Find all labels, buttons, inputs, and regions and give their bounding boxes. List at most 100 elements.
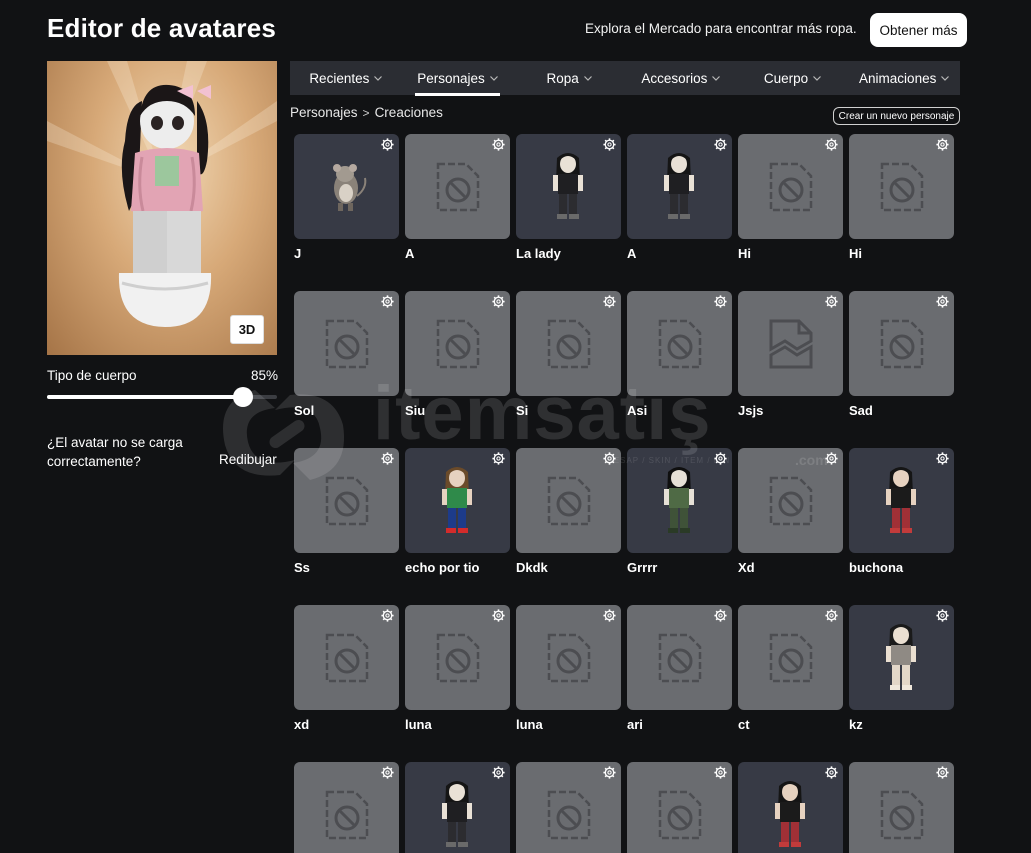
gear-icon[interactable] xyxy=(492,138,505,151)
view-3d-toggle[interactable]: 3D xyxy=(230,315,264,344)
character-thumbnail[interactable] xyxy=(516,762,621,853)
breadcrumb-parent[interactable]: Personajes xyxy=(290,105,358,120)
character-thumbnail[interactable] xyxy=(738,762,843,853)
character-card[interactable] xyxy=(738,762,843,853)
gear-icon[interactable] xyxy=(936,295,949,308)
character-thumbnail[interactable] xyxy=(405,134,510,239)
character-card[interactable]: luna xyxy=(516,605,621,732)
character-card[interactable]: Sad xyxy=(849,291,954,418)
gear-icon[interactable] xyxy=(381,452,394,465)
tab-recientes[interactable]: Recientes xyxy=(290,61,402,95)
gear-icon[interactable] xyxy=(603,138,616,151)
character-thumbnail[interactable] xyxy=(405,448,510,553)
gear-icon[interactable] xyxy=(381,138,394,151)
character-thumbnail[interactable] xyxy=(294,291,399,396)
character-card[interactable]: kz xyxy=(849,605,954,732)
character-card[interactable]: Hi xyxy=(738,134,843,261)
character-card[interactable]: Hi xyxy=(849,134,954,261)
character-thumbnail[interactable] xyxy=(627,134,732,239)
gear-icon[interactable] xyxy=(492,766,505,779)
gear-icon[interactable] xyxy=(603,295,616,308)
redraw-button[interactable]: Redibujar xyxy=(219,452,277,467)
character-card[interactable]: A xyxy=(405,134,510,261)
gear-icon[interactable] xyxy=(492,609,505,622)
gear-icon[interactable] xyxy=(381,766,394,779)
character-thumbnail[interactable] xyxy=(738,448,843,553)
character-thumbnail[interactable] xyxy=(738,134,843,239)
character-card[interactable] xyxy=(294,762,399,853)
tab-cuerpo[interactable]: Cuerpo xyxy=(737,61,849,95)
character-thumbnail[interactable] xyxy=(405,291,510,396)
character-thumbnail[interactable] xyxy=(849,291,954,396)
character-card[interactable]: J xyxy=(294,134,399,261)
gear-icon[interactable] xyxy=(714,138,727,151)
gear-icon[interactable] xyxy=(825,138,838,151)
character-thumbnail[interactable] xyxy=(627,762,732,853)
character-card[interactable]: echo por tio xyxy=(405,448,510,575)
gear-icon[interactable] xyxy=(825,452,838,465)
character-card[interactable]: ari xyxy=(627,605,732,732)
character-card[interactable]: La lady xyxy=(516,134,621,261)
character-card[interactable]: luna xyxy=(405,605,510,732)
tab-accesorios[interactable]: Accesorios xyxy=(625,61,737,95)
character-card[interactable]: buchona xyxy=(849,448,954,575)
character-thumbnail[interactable] xyxy=(516,134,621,239)
gear-icon[interactable] xyxy=(936,452,949,465)
character-thumbnail[interactable] xyxy=(849,762,954,853)
character-thumbnail[interactable] xyxy=(738,605,843,710)
character-card[interactable]: Ss xyxy=(294,448,399,575)
character-card[interactable]: Grrrr xyxy=(627,448,732,575)
gear-icon[interactable] xyxy=(381,295,394,308)
gear-icon[interactable] xyxy=(714,452,727,465)
character-thumbnail[interactable] xyxy=(294,762,399,853)
get-more-button[interactable]: Obtener más xyxy=(870,13,967,47)
character-card[interactable] xyxy=(516,762,621,853)
create-character-button[interactable]: Crear un nuevo personaje xyxy=(833,107,960,125)
character-thumbnail[interactable] xyxy=(294,134,399,239)
tab-personajes[interactable]: Personajes xyxy=(402,61,514,96)
body-type-slider[interactable] xyxy=(47,387,277,407)
character-card[interactable]: Xd xyxy=(738,448,843,575)
gear-icon[interactable] xyxy=(825,295,838,308)
gear-icon[interactable] xyxy=(492,295,505,308)
avatar-preview[interactable] xyxy=(47,61,277,355)
character-thumbnail[interactable] xyxy=(849,134,954,239)
character-thumbnail[interactable] xyxy=(516,605,621,710)
gear-icon[interactable] xyxy=(714,609,727,622)
gear-icon[interactable] xyxy=(825,766,838,779)
character-card[interactable] xyxy=(627,762,732,853)
gear-icon[interactable] xyxy=(603,766,616,779)
character-thumbnail[interactable] xyxy=(627,291,732,396)
character-card[interactable]: Sol xyxy=(294,291,399,418)
character-thumbnail[interactable] xyxy=(627,448,732,553)
character-card[interactable]: Asi xyxy=(627,291,732,418)
character-thumbnail[interactable] xyxy=(516,448,621,553)
character-card[interactable]: ct xyxy=(738,605,843,732)
character-card[interactable]: Jsjs xyxy=(738,291,843,418)
character-thumbnail[interactable] xyxy=(405,605,510,710)
character-thumbnail[interactable] xyxy=(405,762,510,853)
gear-icon[interactable] xyxy=(603,452,616,465)
character-card[interactable]: A xyxy=(627,134,732,261)
gear-icon[interactable] xyxy=(492,452,505,465)
gear-icon[interactable] xyxy=(381,609,394,622)
tab-animaciones[interactable]: Animaciones xyxy=(848,61,960,95)
character-thumbnail[interactable] xyxy=(738,291,843,396)
character-thumbnail[interactable] xyxy=(516,291,621,396)
character-card[interactable] xyxy=(849,762,954,853)
body-type-slider-thumb[interactable] xyxy=(232,387,253,407)
character-card[interactable]: Dkdk xyxy=(516,448,621,575)
gear-icon[interactable] xyxy=(825,609,838,622)
character-card[interactable]: Siu xyxy=(405,291,510,418)
gear-icon[interactable] xyxy=(603,609,616,622)
character-thumbnail[interactable] xyxy=(849,605,954,710)
character-card[interactable]: xd xyxy=(294,605,399,732)
gear-icon[interactable] xyxy=(714,295,727,308)
gear-icon[interactable] xyxy=(936,609,949,622)
gear-icon[interactable] xyxy=(936,138,949,151)
tab-ropa[interactable]: Ropa xyxy=(513,61,625,95)
character-thumbnail[interactable] xyxy=(849,448,954,553)
gear-icon[interactable] xyxy=(936,766,949,779)
character-thumbnail[interactable] xyxy=(627,605,732,710)
character-thumbnail[interactable] xyxy=(294,448,399,553)
